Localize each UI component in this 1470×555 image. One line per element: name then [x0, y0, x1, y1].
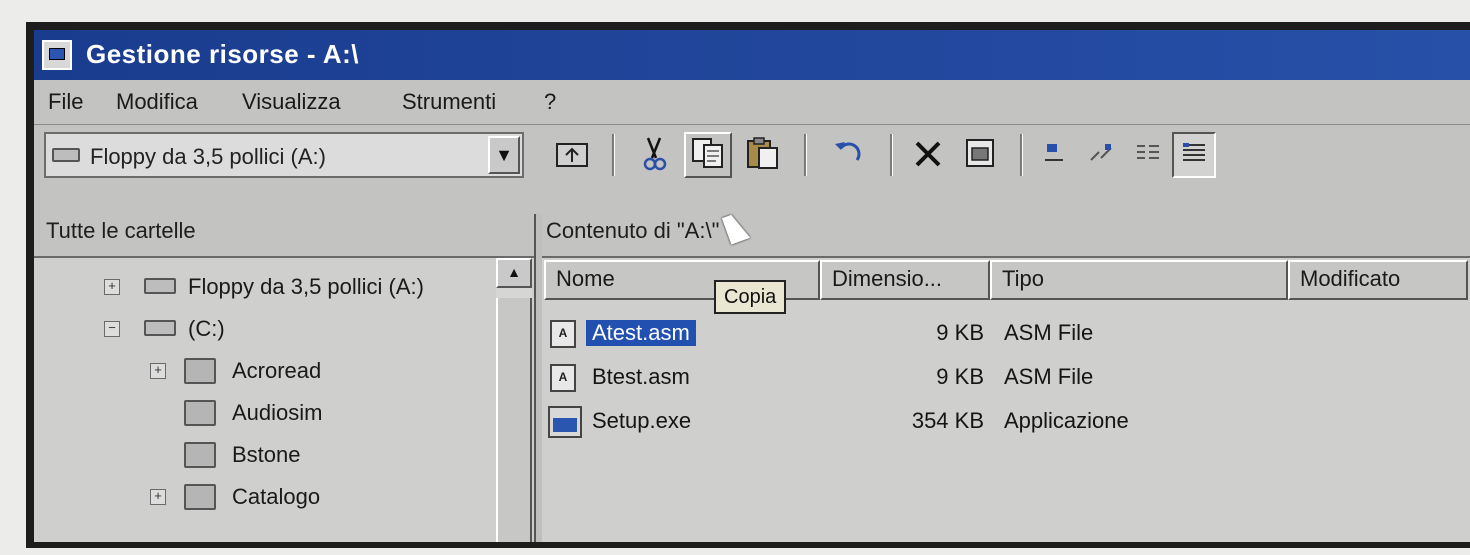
scroll-thumb[interactable]	[496, 298, 532, 542]
tree-item-label: Audiosim	[232, 400, 323, 425]
all-folders-label: Tutte le cartelle	[46, 218, 196, 243]
scroll-up-arrow-icon[interactable]: ▲	[496, 258, 532, 288]
explorer-app-icon[interactable]	[42, 40, 72, 70]
menu-modifica[interactable]: Modifica	[116, 89, 198, 115]
file-type: ASM File	[1004, 364, 1094, 389]
tree-item-label: (C:)	[188, 316, 225, 341]
address-combo[interactable]: Floppy da 3,5 pollici (A:) ▼	[44, 132, 524, 178]
folder-icon	[184, 442, 216, 468]
column-size[interactable]: Dimensio...	[820, 260, 990, 300]
file-list: Nome Dimensio... Tipo Modificato A Atest…	[542, 256, 1470, 542]
small-icons-view-icon	[1090, 144, 1112, 161]
file-row[interactable]: A Btest.asm 9 KB ASM File	[542, 358, 1470, 398]
tree-item-label: Acroread	[232, 358, 322, 383]
folder-icon	[184, 358, 216, 384]
up-folder-button[interactable]	[550, 132, 594, 178]
asm-file-icon: A	[550, 364, 576, 392]
asm-file-icon: A	[550, 320, 576, 348]
contents-header: Contenuto di "A:\"	[544, 214, 1470, 250]
properties-icon	[966, 139, 994, 167]
file-row[interactable]: A Atest.asm 9 KB ASM File	[542, 314, 1470, 354]
folder-icon	[184, 400, 216, 426]
tree-item-label: Catalogo	[232, 484, 321, 509]
delete-x-icon	[915, 141, 941, 167]
contents-label: Contenuto di "A:\"	[546, 218, 720, 243]
paste-icon	[747, 137, 778, 169]
menu-file[interactable]: File	[48, 89, 83, 115]
cut-button[interactable]	[630, 132, 678, 178]
file-type: ASM File	[1004, 320, 1094, 345]
file-row[interactable]: Setup.exe 354 KB Applicazione	[542, 402, 1470, 442]
paste-button[interactable]	[738, 132, 786, 178]
copy-tooltip: Copia	[714, 280, 787, 314]
floppy-drive-icon	[144, 278, 176, 294]
delete-button[interactable]	[904, 132, 952, 178]
folder-tree: + Floppy da 3,5 pollici (A:) − (C:) + Ac…	[34, 256, 534, 542]
collapse-icon[interactable]: −	[104, 321, 120, 337]
all-folders-header: Tutte le cartelle	[44, 214, 524, 250]
hard-drive-icon	[144, 320, 176, 336]
file-size: 9 KB	[936, 320, 984, 345]
copy-icon	[692, 138, 723, 168]
explorer-window: Gestione risorse - A:\ File Modifica Vis…	[34, 30, 1470, 542]
list-view-icon	[1137, 145, 1159, 159]
column-modified[interactable]: Modificato	[1288, 260, 1468, 300]
large-icons-button[interactable]	[1034, 132, 1078, 178]
undo-icon	[835, 142, 861, 161]
menu-bar: File Modifica Visualizza Strumenti ?	[34, 80, 1470, 125]
copy-button[interactable]	[684, 132, 732, 178]
file-name: Atest.asm	[586, 320, 696, 346]
file-name: Setup.exe	[592, 408, 692, 433]
file-name: Btest.asm	[592, 364, 690, 389]
expand-icon[interactable]: +	[150, 489, 166, 505]
toolbar-separator	[612, 134, 615, 176]
tree-scrollbar[interactable]: ▲	[496, 258, 532, 542]
details-view-icon	[1183, 143, 1205, 161]
small-icons-button[interactable]	[1080, 132, 1124, 178]
pane-splitter[interactable]	[534, 214, 542, 542]
toolbar-separator	[1020, 134, 1023, 176]
scissors-icon	[643, 137, 667, 171]
expand-icon[interactable]: +	[150, 363, 166, 379]
up-folder-icon	[556, 143, 588, 167]
menu-help[interactable]: ?	[544, 89, 556, 115]
menu-strumenti[interactable]: Strumenti	[402, 89, 496, 115]
list-view-button[interactable]	[1126, 132, 1170, 178]
application-icon	[548, 406, 582, 438]
column-type[interactable]: Tipo	[990, 260, 1288, 300]
expand-icon[interactable]: +	[104, 279, 120, 295]
address-value: Floppy da 3,5 pollici (A:)	[90, 144, 326, 169]
toolbar-separator	[890, 134, 893, 176]
details-view-button[interactable]	[1172, 132, 1216, 178]
window-title: Gestione risorse - A:\	[86, 39, 359, 69]
file-size: 354 KB	[911, 408, 984, 433]
floppy-drive-icon	[52, 148, 80, 162]
tree-item-label: Floppy da 3,5 pollici (A:)	[188, 274, 424, 299]
title-bar[interactable]: Gestione risorse - A:\	[34, 30, 1470, 80]
properties-button[interactable]	[956, 132, 1004, 178]
menu-visualizza[interactable]: Visualizza	[242, 89, 341, 115]
tree-item-label: Bstone	[232, 442, 301, 467]
combo-dropdown-button[interactable]: ▼	[488, 136, 520, 174]
toolbar-separator	[804, 134, 807, 176]
folder-icon	[184, 484, 216, 510]
large-icons-view-icon	[1045, 144, 1063, 161]
file-type: Applicazione	[1004, 408, 1129, 433]
undo-button[interactable]	[824, 132, 872, 178]
file-size: 9 KB	[936, 364, 984, 389]
